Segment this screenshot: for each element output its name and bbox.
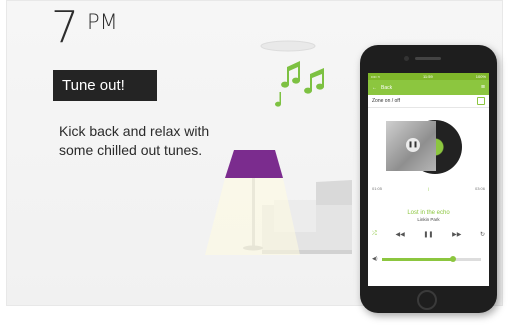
floor-lamp (205, 150, 300, 255)
music-notes-icon (275, 61, 324, 107)
progress-times: 01:05 | 03:06 (372, 186, 485, 191)
phone-screen: •••• ≈ 11:59 100% ← Back ≡ Zone on / off… (368, 73, 489, 286)
status-time: 11:59 (422, 74, 433, 79)
zone-row: Zone on / off (368, 95, 489, 108)
phone-speaker (415, 57, 441, 60)
status-bar: •••• ≈ 11:59 100% (368, 73, 489, 80)
zone-label: Zone on / off (372, 98, 400, 104)
previous-icon[interactable]: ◀◀ (395, 231, 404, 238)
phone-camera (404, 56, 409, 61)
pause-overlay-button[interactable]: ❚❚ (406, 138, 420, 152)
description-line-2: some chilled out tunes. (59, 142, 203, 158)
back-arrow-icon[interactable]: ← (372, 85, 377, 91)
track-title: Lost in the echo (407, 210, 450, 216)
next-icon[interactable]: ▶▶ (452, 231, 461, 238)
phone-mockup: •••• ≈ 11:59 100% ← Back ≡ Zone on / off… (360, 45, 497, 313)
repeat-icon[interactable]: ↻ (480, 231, 485, 238)
home-button (417, 290, 437, 310)
time-period: PM (87, 10, 118, 34)
track-artist: Linkin Park (417, 217, 440, 222)
description-text: Kick back and relax with some chilled ou… (59, 122, 259, 160)
tag-label: Tune out! (53, 70, 157, 101)
track-info: Lost in the echo Linkin Park (372, 210, 485, 222)
volume-fill (381, 257, 454, 261)
playback-controls: ⤮ ◀◀ ❚❚ ▶▶ ↻ (372, 231, 485, 238)
volume-knob[interactable] (450, 255, 457, 262)
elapsed-time: 01:05 (372, 186, 383, 191)
app-bar: ← Back ≡ (368, 80, 489, 95)
time-heading: 7 PM (51, 6, 118, 50)
menu-icon[interactable]: ≡ (481, 84, 485, 91)
shuffle-icon[interactable]: ⤮ (372, 231, 377, 238)
progress-marker[interactable]: | (428, 186, 429, 191)
volume-icon: ◀) (372, 256, 378, 262)
time-hour: 7 (51, 2, 79, 53)
zone-toggle[interactable] (477, 97, 485, 105)
volume-row: ◀) (372, 255, 485, 262)
status-battery: 100% (475, 74, 486, 79)
pause-icon[interactable]: ❚❚ (423, 231, 433, 238)
volume-slider[interactable] (381, 255, 481, 262)
duration-time: 03:06 (474, 186, 485, 191)
description-line-1: Kick back and relax with (59, 123, 210, 139)
status-signal: •••• ≈ (371, 74, 380, 79)
ceiling-light (260, 40, 316, 52)
promo-card: 7 PM Tune out! Kick back and relax with s… (0, 0, 508, 331)
back-button[interactable]: Back (381, 85, 392, 91)
